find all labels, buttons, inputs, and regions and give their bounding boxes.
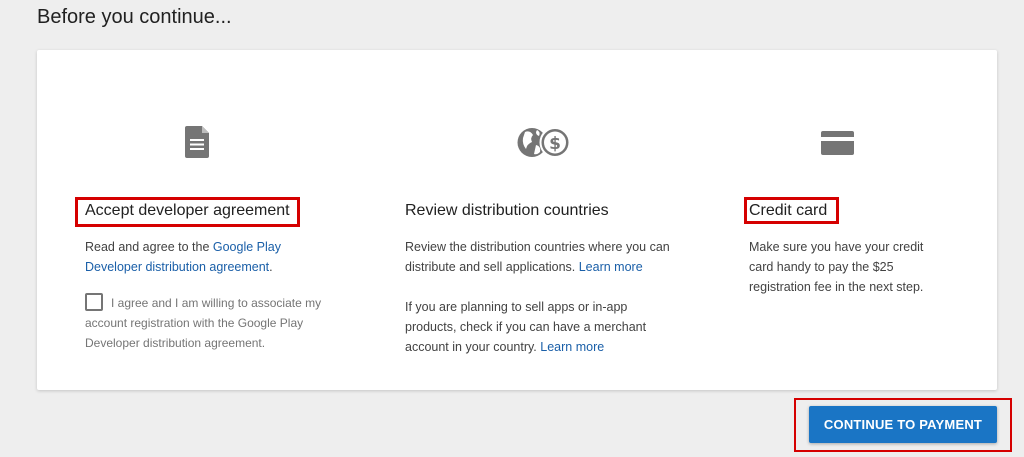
credit-title: Credit card	[749, 202, 828, 219]
countries-paragraph-1: Review the distribution countries where …	[405, 237, 690, 277]
agreement-checkbox-label[interactable]: I agree and I am willing to associate my…	[85, 293, 335, 353]
agreement-checkbox[interactable]	[85, 293, 103, 311]
agreement-title: Accept developer agreement	[85, 202, 290, 219]
globe-dollar-icon: $	[517, 126, 571, 164]
credit-description: Make sure you have your credit card hand…	[749, 240, 924, 294]
page-heading: Before you continue...	[37, 6, 232, 28]
countries-title: Review distribution countries	[405, 202, 609, 219]
learn-more-link-1[interactable]: Learn more	[579, 260, 643, 274]
agreement-text-suffix: .	[269, 260, 273, 274]
learn-more-link-2[interactable]: Learn more	[540, 340, 604, 354]
agreement-description: Read and agree to the Google Play Develo…	[85, 237, 325, 277]
credit-card-icon	[821, 131, 854, 160]
continue-to-payment-button[interactable]: CONTINUE TO PAYMENT	[809, 406, 997, 443]
countries-para2-text: If you are planning to sell apps or in-a…	[405, 300, 647, 354]
svg-text:$: $	[549, 134, 561, 154]
document-icon	[185, 126, 211, 163]
countries-paragraph-2: If you are planning to sell apps or in-a…	[405, 297, 670, 357]
agreement-checkbox-row: I agree and I am willing to associate my…	[85, 293, 335, 353]
agreement-text-prefix: Read and agree to the	[85, 240, 213, 254]
